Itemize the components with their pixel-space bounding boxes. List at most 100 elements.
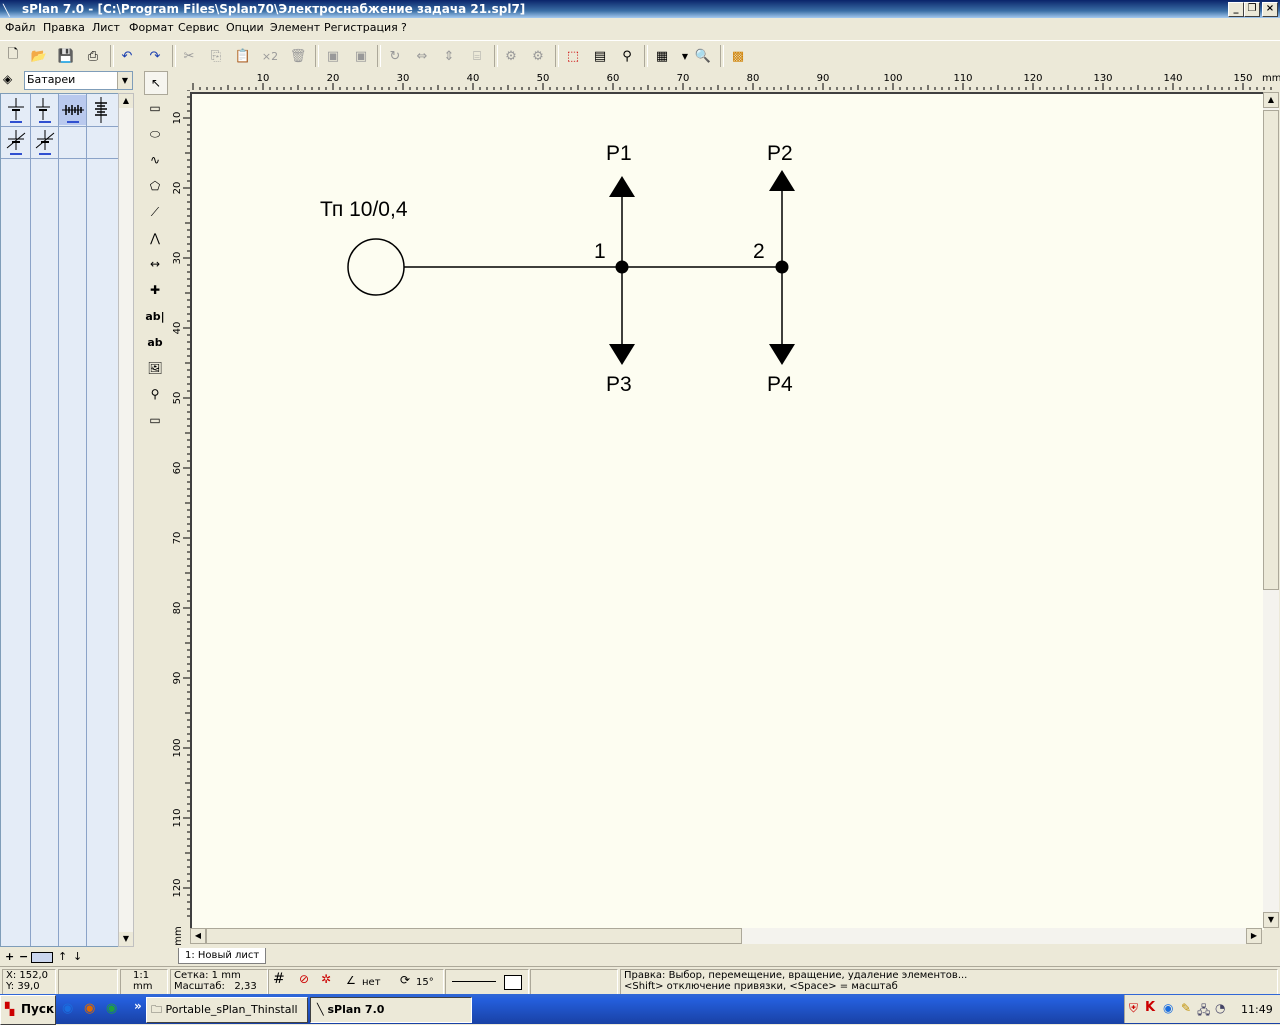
menu-format[interactable]: Формат bbox=[129, 21, 174, 34]
browser-icon[interactable]: ◉ bbox=[62, 1001, 73, 1016]
text-icon[interactable]: ab| bbox=[144, 305, 166, 327]
group-icon[interactable]: ⚙ bbox=[502, 47, 520, 65]
chevron-down-icon[interactable]: ▼ bbox=[117, 72, 132, 89]
zoom-icon[interactable]: 🔍 bbox=[694, 47, 712, 65]
cut-icon[interactable]: ✂ bbox=[180, 47, 198, 65]
ungroup-icon[interactable]: ⚙ bbox=[529, 47, 547, 65]
pointer-icon[interactable]: ↖ bbox=[144, 71, 168, 95]
library-scrollbar[interactable]: ▲ ▼ bbox=[118, 93, 134, 947]
polygon-icon[interactable]: ⬠ bbox=[144, 175, 166, 197]
save-icon[interactable]: 💾 bbox=[57, 47, 75, 65]
image-icon[interactable]: 🖼 bbox=[144, 357, 166, 379]
layers-icon[interactable]: ◈ bbox=[3, 72, 21, 88]
send-back-icon[interactable]: ▣ bbox=[352, 47, 370, 65]
scroll-thumb[interactable] bbox=[1263, 110, 1279, 590]
line-style-panel[interactable] bbox=[445, 969, 529, 995]
volume-icon[interactable]: ◔ bbox=[1215, 1001, 1225, 1015]
menu-help[interactable]: ? bbox=[401, 21, 407, 34]
find-binoculars-icon[interactable]: ⚲ bbox=[618, 47, 636, 65]
update-icon[interactable]: ◉ bbox=[1163, 1001, 1173, 1015]
scroll-up-icon[interactable]: ▲ bbox=[1263, 92, 1279, 108]
menu-sheet[interactable]: Лист bbox=[92, 21, 120, 34]
grid-icon[interactable]: ▦ bbox=[653, 47, 671, 65]
scroll-thumb[interactable] bbox=[206, 928, 742, 944]
remove-icon[interactable]: − bbox=[19, 950, 28, 963]
snap-icon[interactable]: ⊘ bbox=[299, 973, 309, 985]
duplicate-icon[interactable]: ×2 bbox=[261, 47, 279, 65]
scroll-right-icon[interactable]: ▶ bbox=[1246, 928, 1262, 944]
sheet-tab-1[interactable]: 1: Новый лист bbox=[178, 948, 267, 964]
polyline-icon[interactable]: ⟋ bbox=[144, 201, 166, 223]
redo-icon[interactable]: ↷ bbox=[146, 47, 164, 65]
new-file-icon[interactable]: 🗋 bbox=[4, 47, 22, 65]
magnifier-icon[interactable]: ⚲ bbox=[144, 383, 166, 405]
scroll-down-icon[interactable]: ▼ bbox=[119, 932, 133, 946]
scroll-down-icon[interactable]: ▼ bbox=[1263, 912, 1279, 928]
move-up-icon[interactable]: ↑ bbox=[58, 950, 67, 963]
battery-vertical[interactable] bbox=[87, 95, 114, 125]
battery-pack[interactable] bbox=[59, 95, 86, 125]
battery-cell-2[interactable] bbox=[31, 95, 58, 125]
wire-icon[interactable]: ⋀ bbox=[144, 227, 166, 249]
task-splan[interactable]: ╲ sPlan 7.0 bbox=[310, 997, 472, 1023]
rotate-step-icon[interactable]: ⟳ bbox=[400, 974, 410, 986]
move-down-icon[interactable]: ↓ bbox=[73, 950, 82, 963]
task-portable-splan[interactable]: 🗀 Portable_sPlan_Thinstall bbox=[146, 997, 308, 1023]
menu-file[interactable]: Файл bbox=[5, 21, 35, 34]
menu-element[interactable]: Элемент bbox=[270, 21, 320, 34]
mirror-v-icon[interactable]: ⇕ bbox=[440, 47, 458, 65]
battery-variable-2[interactable] bbox=[31, 127, 58, 157]
antivirus-icon[interactable]: K bbox=[1145, 1000, 1155, 1015]
scroll-up-icon[interactable]: ▲ bbox=[119, 94, 133, 108]
start-button[interactable]: ▚ Пуск bbox=[0, 995, 56, 1025]
scroll-left-icon[interactable]: ◀ bbox=[190, 928, 206, 944]
rename-icon[interactable] bbox=[31, 952, 53, 963]
delete-icon[interactable]: 🗑 bbox=[289, 47, 307, 65]
battery-cell-1[interactable] bbox=[2, 95, 29, 125]
textbox-icon[interactable]: ab bbox=[144, 331, 166, 353]
menu-registration[interactable]: Регистрация bbox=[324, 21, 398, 34]
menu-options[interactable]: Опции bbox=[226, 21, 264, 34]
print-icon[interactable]: ⎙ bbox=[84, 47, 102, 65]
copy-icon[interactable]: ⎘ bbox=[207, 47, 225, 65]
library-select[interactable]: Батареи ▼ bbox=[24, 71, 133, 90]
close-button[interactable]: × bbox=[1262, 2, 1278, 17]
drawing-canvas[interactable]: Тп 10/0,4 1 2 P1 P2 P3 P4 bbox=[190, 92, 1264, 930]
quicklaunch-icon[interactable]: ◉ bbox=[106, 1001, 117, 1016]
dimension-icon[interactable]: ↔ bbox=[144, 253, 166, 275]
measure-icon[interactable]: ▭ bbox=[144, 409, 166, 431]
magnet-icon[interactable]: ✲ bbox=[321, 973, 331, 985]
grid-toggle-icon[interactable]: # bbox=[273, 972, 285, 986]
menu-edit[interactable]: Правка bbox=[43, 21, 85, 34]
menu-service[interactable]: Сервис bbox=[178, 21, 219, 34]
bring-front-icon[interactable]: ▣ bbox=[324, 47, 342, 65]
rotate-icon[interactable]: ↻ bbox=[386, 47, 404, 65]
battery-variable-1[interactable] bbox=[2, 127, 29, 157]
rectangle-icon[interactable]: ▭ bbox=[144, 97, 166, 119]
parts-list-icon[interactable]: ▤ bbox=[591, 47, 609, 65]
bezier-icon[interactable]: ∿ bbox=[144, 149, 166, 171]
grid-dropdown-icon[interactable]: ▼ bbox=[676, 47, 694, 65]
paste-icon[interactable]: 📋 bbox=[234, 47, 252, 65]
app-launcher-icon[interactable]: ◉ bbox=[84, 1001, 95, 1016]
shield-icon[interactable]: ⛨ bbox=[1129, 1001, 1138, 1016]
undo-icon[interactable]: ↶ bbox=[118, 47, 136, 65]
more-chevron-icon[interactable]: » bbox=[134, 999, 142, 1013]
restore-button[interactable]: ❐ bbox=[1244, 2, 1260, 17]
minimize-button[interactable]: _ bbox=[1228, 2, 1244, 17]
add-icon[interactable]: + bbox=[5, 950, 14, 963]
vertical-scrollbar[interactable]: ▲ ▼ bbox=[1263, 92, 1279, 928]
ruler-top-label: 20 bbox=[327, 73, 340, 84]
ruler-left-label: 100 bbox=[172, 738, 183, 757]
open-folder-icon[interactable]: 📂 bbox=[30, 47, 48, 65]
library-editor-icon[interactable]: ▩ bbox=[729, 47, 747, 65]
tray-app-icon[interactable]: ✎ bbox=[1181, 1001, 1191, 1015]
select-frame-icon[interactable]: ⬚ bbox=[564, 47, 582, 65]
junction-icon[interactable]: ✚ bbox=[144, 279, 166, 301]
network-icon[interactable]: 🖧 bbox=[1197, 1001, 1210, 1022]
mirror-h-icon[interactable]: ⇔ bbox=[413, 47, 431, 65]
horizontal-scrollbar[interactable]: ◀ ▶ bbox=[190, 928, 1262, 944]
align-icon[interactable]: ⌸ bbox=[468, 47, 486, 65]
ellipse-icon[interactable]: ⬭ bbox=[144, 123, 166, 145]
angle-snap-icon[interactable]: ∠ bbox=[346, 975, 356, 986]
